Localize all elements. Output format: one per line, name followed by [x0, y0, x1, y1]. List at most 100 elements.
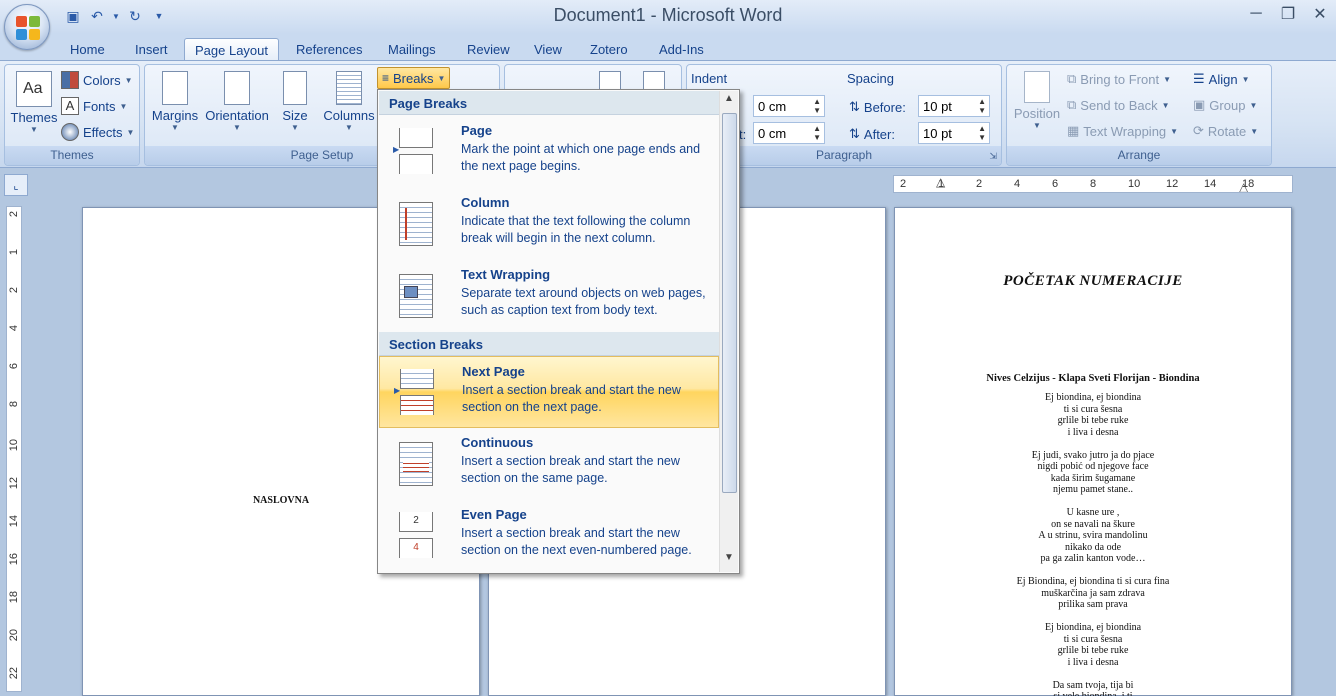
lyric-line: ti si cura šesna — [1063, 633, 1123, 645]
lyric-line — [895, 438, 1291, 450]
text-wrapping-break-description: Separate text around objects on web page… — [461, 286, 706, 317]
columns-icon — [336, 71, 362, 105]
scroll-up-icon[interactable]: ▲ — [720, 93, 738, 111]
columns-button[interactable]: Columns ▼ — [321, 69, 377, 132]
group-icon: ▣ — [1193, 97, 1206, 112]
office-button[interactable] — [4, 4, 50, 50]
align-icon: ☰ — [1193, 71, 1205, 86]
spacing-before-input[interactable]: 10 pt ▲ ▼ — [918, 95, 990, 117]
redo-icon[interactable]: ↻ — [126, 7, 144, 25]
send-to-back-button[interactable]: ⧉ Send to Back ▼ — [1067, 97, 1170, 113]
ruler-ticks: 2 1 2 4 6 8 10 12 14 18 — [894, 177, 1292, 192]
themes-label: Themes — [10, 110, 58, 125]
menu-item-page-break[interactable]: ▶ Page Mark the point at which one page … — [379, 116, 719, 188]
spinner-icon[interactable]: ▲ ▼ — [813, 124, 821, 142]
even-page-icon: 2 4 — [395, 512, 435, 560]
undo-dropdown-icon[interactable]: ▼ — [112, 7, 120, 25]
tab-insert[interactable]: Insert — [125, 38, 178, 61]
tab-page-layout[interactable]: Page Layout — [184, 38, 280, 61]
lyric-line: nikako da ode — [1064, 541, 1122, 553]
ruler-tick-label: 2 — [8, 211, 20, 218]
ruler-tick-label: 12 — [1166, 178, 1179, 190]
after-value: 10 pt — [923, 126, 952, 141]
margins-button[interactable]: Margins ▼ — [149, 69, 201, 132]
close-icon[interactable]: ✕ — [1304, 0, 1336, 28]
text-wrapping-break-icon — [395, 272, 435, 320]
scroll-thumb[interactable] — [722, 113, 737, 493]
next-page-title: Next Page — [462, 364, 525, 379]
undo-icon[interactable]: ↶ — [88, 7, 106, 25]
page-3[interactable]: POČETAK NUMERACIJE Nives Celzijus - Klap… — [894, 207, 1292, 696]
tab-home[interactable]: Home — [60, 38, 115, 61]
rotate-button[interactable]: ⟳ Rotate ▼ — [1193, 123, 1258, 139]
orientation-label: Orientation — [205, 108, 269, 123]
effects-label: Effects — [83, 124, 123, 140]
indent-marker-icon[interactable]: △ — [936, 176, 945, 189]
before-label: Before: — [863, 99, 906, 115]
fonts-button[interactable]: A Fonts ▼ — [61, 97, 127, 115]
effects-button[interactable]: Effects ▼ — [61, 123, 134, 141]
tab-selector-icon[interactable]: ⌞ — [4, 174, 28, 196]
menu-item-even-page[interactable]: 2 4 Even Page Insert a section break and… — [379, 500, 719, 572]
ruler-tick-label: 2 — [900, 178, 907, 190]
minimize-icon[interactable]: ─ — [1240, 0, 1272, 28]
group-button[interactable]: ▣ Group ▼ — [1193, 97, 1257, 113]
customize-icon[interactable]: ▼ — [150, 7, 168, 25]
send-back-label: Send to Back — [1080, 97, 1158, 113]
chevron-down-icon: ▼ — [291, 123, 299, 132]
dialog-launcher-icon[interactable]: ⇲ — [989, 151, 997, 162]
song-title: Nives Celzijus - Klapa Sveti Florijan - … — [986, 373, 1200, 384]
size-label: Size — [282, 108, 308, 123]
position-button[interactable]: Position ▼ — [1011, 69, 1063, 130]
tab-review[interactable]: Review — [457, 38, 520, 61]
arrange-group-label: Arrange — [1007, 146, 1271, 165]
arrange-group: Position ▼ ⧉ Bring to Front ▼ ⧉ Send to Bac… — [1006, 64, 1272, 166]
menu-item-column-break[interactable]: Column Indicate that the text following … — [379, 188, 719, 260]
ruler-tick-label: 14 — [1204, 178, 1217, 190]
tab-view[interactable]: View — [524, 38, 572, 61]
menu-item-text-wrapping-break[interactable]: Text Wrapping Separate text around objec… — [379, 260, 719, 332]
spacing-after-input[interactable]: 10 pt ▲ ▼ — [918, 122, 990, 144]
bring-to-front-button[interactable]: ⧉ Bring to Front ▼ — [1067, 71, 1171, 87]
tab-add-ins[interactable]: Add-Ins — [649, 38, 714, 61]
text-wrapping-button[interactable]: ▦ Text Wrapping ▼ — [1067, 123, 1178, 139]
indent-right-input[interactable]: 0 cm ▲ ▼ — [753, 122, 825, 144]
scroll-down-icon[interactable]: ▼ — [720, 552, 738, 570]
even-page-title: Even Page — [461, 507, 527, 522]
text-wrapping-label: Text Wrapping — [1083, 123, 1167, 139]
tab-references[interactable]: References — [286, 38, 372, 61]
breaks-icon: ≡ — [382, 71, 390, 85]
colors-button[interactable]: Colors ▼ — [61, 71, 133, 89]
breaks-button[interactable]: ≡ Breaks ▼ — [377, 67, 451, 89]
menu-item-continuous[interactable]: Continuous Insert a section break and st… — [379, 428, 719, 500]
spinner-icon[interactable]: ▲ ▼ — [813, 97, 821, 115]
spinner-icon[interactable]: ▲ ▼ — [978, 97, 986, 115]
align-button[interactable]: ☰ Align ▼ — [1193, 71, 1250, 87]
lyric-line: kada širim šugamane — [1050, 472, 1136, 484]
lyric-line: Ej biondina, ej biondina — [1044, 622, 1142, 633]
right-indent-icon[interactable]: △ — [1239, 180, 1248, 192]
size-icon — [283, 71, 307, 105]
lyric-line — [895, 611, 1291, 623]
size-button[interactable]: Size ▼ — [275, 69, 315, 132]
chevron-down-icon: ▼ — [1163, 74, 1171, 84]
ruler-tick-label: 8 — [8, 401, 20, 408]
tab-mailings[interactable]: Mailings — [378, 38, 446, 61]
orientation-button[interactable]: Orientation ▼ — [203, 69, 271, 132]
tab-zotero[interactable]: Zotero — [580, 38, 638, 61]
lyric-line: grlile bi tebe ruke — [1057, 415, 1129, 426]
breaks-menu: Page Breaks ▶ Page Mark the point at whi… — [377, 89, 740, 574]
indent-left-input[interactable]: 0 cm ▲ ▼ — [753, 95, 825, 117]
page-breaks-header: Page Breaks — [379, 91, 719, 115]
themes-button[interactable]: Aa Themes ▼ — [9, 69, 59, 134]
menu-scrollbar[interactable]: ▲ ▼ — [719, 91, 738, 572]
ruler-tick-label: 12 — [8, 477, 20, 490]
spinner-icon[interactable]: ▲ ▼ — [978, 124, 986, 142]
send-back-icon: ⧉ — [1067, 97, 1077, 112]
maximize-icon[interactable]: ❐ — [1272, 0, 1304, 28]
ruler-tick-label: 4 — [8, 325, 20, 332]
vertical-ruler[interactable]: 2 1 2 4 6 8 10 12 14 16 18 20 22 — [6, 206, 22, 692]
menu-item-next-page[interactable]: ▶ Next Page Insert a section break and s… — [379, 356, 719, 428]
horizontal-ruler[interactable]: 2 1 2 4 6 8 10 12 14 18 △ △ — [893, 175, 1293, 193]
save-icon[interactable]: ▣ — [64, 7, 82, 25]
